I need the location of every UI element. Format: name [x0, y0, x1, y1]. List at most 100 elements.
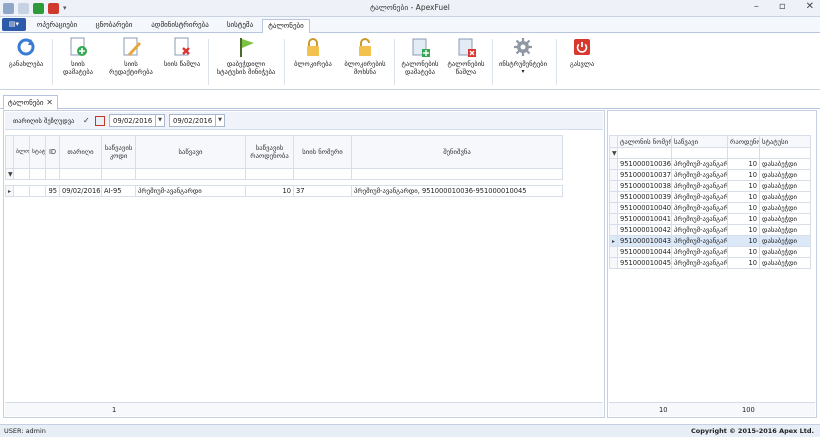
quantity-cell[interactable]: 10 [727, 202, 760, 214]
col-list-number[interactable]: სიის ნომერი [293, 135, 352, 169]
maximize-icon[interactable]: ▫ [779, 1, 786, 12]
delete-talons-button[interactable]: ტალონების წაშლა [444, 36, 488, 76]
unblock-button[interactable]: ბლოკირების მოხსნა [340, 36, 390, 76]
calendar-icon[interactable] [95, 116, 105, 126]
col-fuel-code[interactable]: საწვავის კოდი [101, 135, 136, 169]
status-cell[interactable]: დასაბეჭდი [759, 202, 811, 214]
quantity-cell[interactable]: 10 [727, 158, 760, 170]
minimize-icon[interactable]: – [754, 1, 759, 12]
talon-number-cell[interactable]: 951000010037 [617, 169, 672, 181]
note-cell[interactable]: პრემიუმ-ავანგარდი, 951000010036-95100001… [351, 185, 563, 197]
fuel-cell[interactable]: პრემიუმ-ავანგარდი [671, 180, 728, 192]
status-cell[interactable]: დასაბეჭდი [759, 169, 811, 181]
list-number-cell[interactable]: 37 [293, 185, 352, 197]
doc-tab-talons[interactable]: ტალონები ✕ [3, 95, 58, 110]
fuel-cell[interactable]: პრემიუმ-ავანგარდი [671, 235, 728, 247]
add-list-button[interactable]: სიის დამატება [56, 36, 100, 76]
tab-talons[interactable]: ტალონები [262, 19, 310, 34]
fuel-cell[interactable]: პრემიუმ-ავანგარდი [671, 158, 728, 170]
chevron-down-icon[interactable]: ▼ [155, 115, 164, 126]
add-talons-button[interactable]: ტალონების დამატება [398, 36, 442, 76]
quantity-cell[interactable]: 10 [727, 257, 760, 269]
quantity-cell[interactable]: 10 [727, 246, 760, 258]
fuel-cell[interactable]: პრემიუმ-ავანგარდი [671, 202, 728, 214]
fuel-code-cell[interactable]: AI-95 [101, 185, 136, 197]
status-cell[interactable]: დასაბეჭდი [759, 158, 811, 170]
col-note[interactable]: შენიშვნა [351, 135, 563, 169]
col-fuel[interactable]: საწვავი [135, 135, 246, 169]
status-cell[interactable]: დასაბეჭდი [759, 224, 811, 236]
talon-number-cell[interactable]: 951000010043 [617, 235, 672, 247]
col-status[interactable]: სტატუსი [29, 135, 46, 169]
tab-operations[interactable]: ოპერაციები [28, 19, 86, 33]
tab-references[interactable]: ცნობარები [88, 19, 140, 33]
col-date[interactable]: თარიღი [59, 135, 102, 169]
table-row[interactable]: 951000010036პრემიუმ-ავანგარდი10დასაბეჭდი [609, 158, 811, 170]
talon-number-cell[interactable]: 951000010044 [617, 246, 672, 258]
quantity-cell[interactable]: 10 [727, 191, 760, 203]
talon-number-cell[interactable]: 951000010039 [617, 191, 672, 203]
table-row[interactable]: 951000010037პრემიუმ-ავანგარდი10დასაბეჭდი [609, 169, 811, 181]
quantity-cell[interactable]: 10 [727, 169, 760, 181]
talon-number-cell[interactable]: 951000010042 [617, 224, 672, 236]
talon-number-cell[interactable]: 951000010045 [617, 257, 672, 269]
talon-number-cell[interactable]: 951000010036 [617, 158, 672, 170]
status-cell[interactable]: დასაბეჭდი [759, 191, 811, 203]
col-id[interactable]: ID [45, 135, 60, 169]
tab-administration[interactable]: ადმინისტრირება [142, 19, 218, 33]
status-cell[interactable]: დასაბეჭდი [759, 180, 811, 192]
talon-number-cell[interactable]: 951000010040 [617, 202, 672, 214]
status-cell[interactable] [29, 185, 46, 197]
date-to-input[interactable]: 09/02/2016 ▼ [169, 114, 225, 127]
status-cell[interactable]: დასაბეჭდი [759, 257, 811, 269]
table-row[interactable]: 951000010040პრემიუმ-ავანგარდი10დასაბეჭდი [609, 202, 811, 214]
close-icon[interactable]: ✕ [806, 1, 814, 12]
table-row[interactable]: ▸ 95 09/02/2016 AI-95 პრემიუმ-ავანგარდი … [5, 185, 563, 197]
auto-filter-row[interactable]: ▼ [5, 168, 563, 180]
table-row[interactable]: 951000010038პრემიუმ-ავანგარდი10დასაბეჭდი [609, 180, 811, 192]
fuel-cell[interactable]: პრემიუმ-ავანგარდი [671, 169, 728, 181]
status-cell[interactable]: დასაბეჭდი [759, 235, 811, 247]
close-tab-icon[interactable]: ✕ [46, 98, 53, 107]
quantity-cell[interactable]: 10 [727, 224, 760, 236]
fuel-cell[interactable]: პრემიუმ-ავანგარდი [671, 224, 728, 236]
status-cell[interactable]: დასაბეჭდი [759, 246, 811, 258]
table-row[interactable]: 951000010041პრემიუმ-ავანგარდი10დასაბეჭდი [609, 213, 811, 225]
edit-list-button[interactable]: სიის რედაქტირება [106, 36, 156, 76]
quantity-cell[interactable]: 10 [727, 180, 760, 192]
tools-button[interactable]: ინსტრუმენტები ▾ [494, 36, 552, 76]
tab-system[interactable]: სისტემა [220, 19, 260, 33]
block-button[interactable]: ბლოკირება [290, 36, 336, 68]
file-menu-button[interactable]: ▤▾ [2, 18, 26, 31]
col-status[interactable]: სტატუსი [759, 135, 811, 148]
delete-list-button[interactable]: სიის წაშლა [160, 36, 204, 68]
exit-button[interactable]: გასვლა [562, 36, 602, 68]
talon-number-cell[interactable]: 951000010038 [617, 180, 672, 192]
fuel-cell[interactable]: პრემიუმ-ავანგარდი [135, 185, 246, 197]
blocked-cell[interactable] [13, 185, 30, 197]
quantity-cell[interactable]: 10 [245, 185, 294, 197]
col-quantity[interactable]: რაოდენობა [727, 135, 760, 148]
fuel-cell[interactable]: პრემიუმ-ავანგარდი [671, 213, 728, 225]
col-blocked[interactable]: ბლოკირებული [13, 135, 30, 169]
fuel-cell[interactable]: პრემიუმ-ავანგარდი [671, 191, 728, 203]
fuel-cell[interactable]: პრემიუმ-ავანგარდი [671, 246, 728, 258]
talon-number-cell[interactable]: 951000010041 [617, 213, 672, 225]
chevron-down-icon[interactable]: ▼ [215, 115, 224, 126]
auto-filter-row[interactable]: ▼ [609, 147, 811, 159]
col-fuel[interactable]: საწვავი [671, 135, 728, 148]
quantity-cell[interactable]: 10 [727, 213, 760, 225]
mark-printed-button[interactable]: დაბეჭდილი სტატუსის მინიჭება [212, 36, 280, 76]
col-talon-number[interactable]: ტალონის ნომერი [617, 135, 672, 148]
date-from-input[interactable]: 09/02/2016 ▼ [109, 114, 165, 127]
table-row[interactable]: 951000010042პრემიუმ-ავანგარდი10დასაბეჭდი [609, 224, 811, 236]
fuel-cell[interactable]: პრემიუმ-ავანგარდი [671, 257, 728, 269]
col-quantity[interactable]: საწვავის რაოდენობა [245, 135, 294, 169]
table-row-selected[interactable]: ▸951000010043პრემიუმ-ავანგარდი10დასაბეჭდ… [609, 235, 811, 247]
refresh-button[interactable]: განახლება [4, 36, 48, 68]
table-row[interactable]: 951000010039პრემიუმ-ავანგარდი10დასაბეჭდი [609, 191, 811, 203]
id-cell[interactable]: 95 [45, 185, 60, 197]
quantity-cell[interactable]: 10 [727, 235, 760, 247]
table-row[interactable]: 951000010045პრემიუმ-ავანგარდი10დასაბეჭდი [609, 257, 811, 269]
date-cell[interactable]: 09/02/2016 [59, 185, 102, 197]
